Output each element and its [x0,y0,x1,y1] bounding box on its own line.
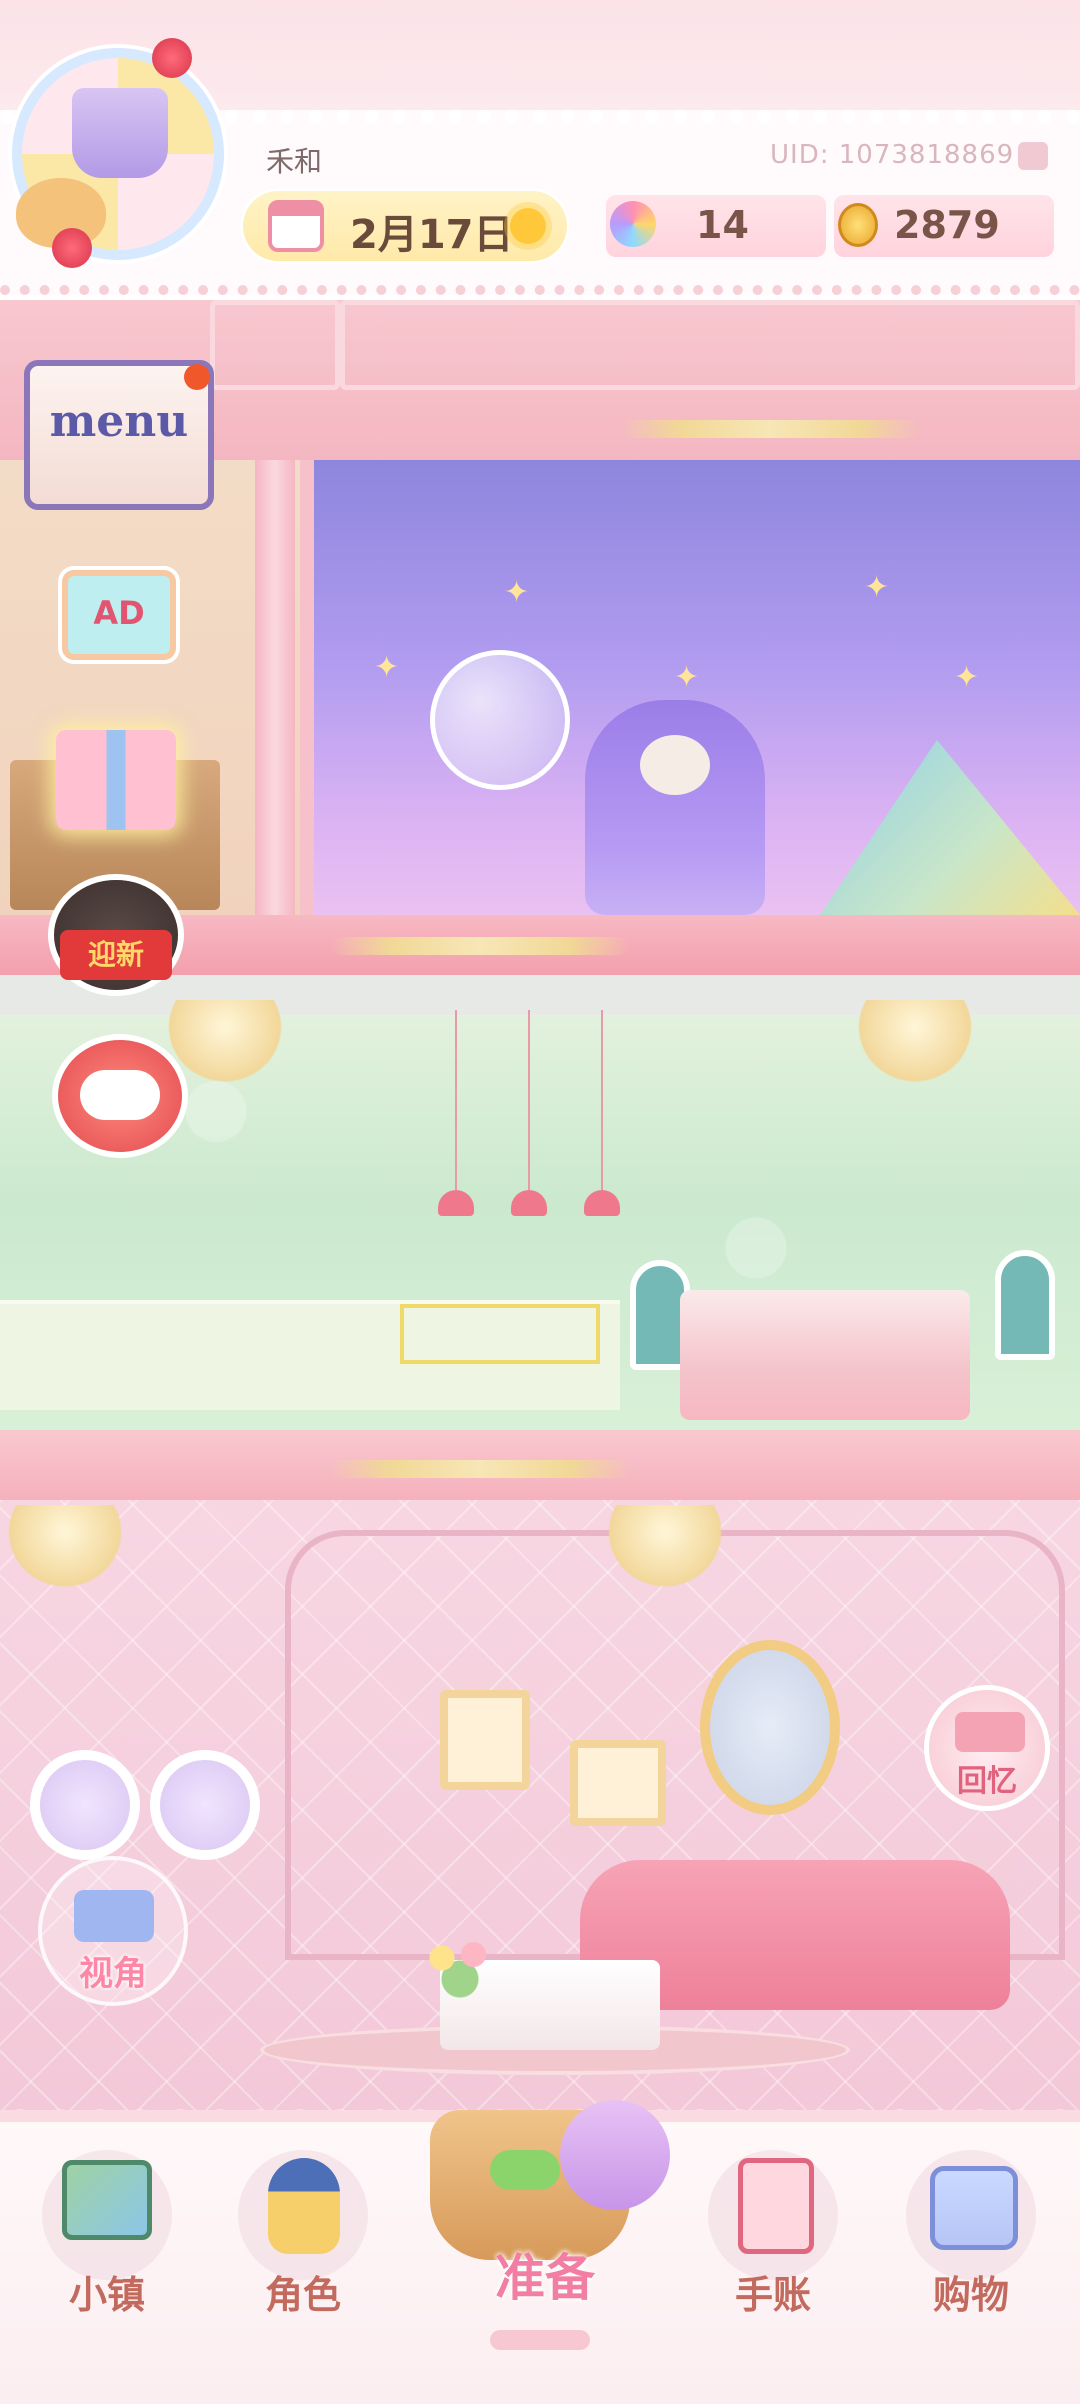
floor-divider [0,1430,1080,1500]
menu-label: menu [49,396,189,447]
camera-view-button[interactable]: 视角 [38,1856,188,2006]
sparkle: ✦ [504,575,530,610]
dining-table [680,1290,970,1420]
new-year-event-button[interactable]: 迎新 [54,880,178,990]
nav-shopping-label: 购物 [932,2273,1009,2317]
portrait-mirror[interactable] [700,1640,840,1815]
star-counter[interactable]: 14 [606,195,826,257]
memory-label: 回忆 [957,1764,1017,1799]
character-face [640,735,710,795]
coin-icon [838,203,878,247]
wall-panel [210,300,340,390]
nav-shopping[interactable]: 购物 [886,2140,1056,2330]
copy-icon[interactable] [1018,142,1048,170]
character-icon [268,2158,340,2254]
wainscot-cabinet [0,1300,620,1410]
memory-button[interactable]: 回忆 [924,1685,1050,1811]
nav-journal-label: 手账 [734,2273,811,2317]
player-name: 禾和 [266,145,323,178]
calendar-icon [268,200,324,252]
bubble-orb[interactable] [430,650,570,790]
player-avatar[interactable] [12,38,224,268]
vanity-mirror [150,1750,260,1860]
nav-character[interactable]: 角色 [218,2140,388,2330]
sparkle: ✦ [374,650,400,685]
lion-face-icon [80,1070,160,1120]
picture-frame[interactable] [570,1740,666,1826]
lamp-cord [528,1010,530,1190]
picture-frame[interactable] [440,1690,530,1790]
sun-hat-icon [560,2100,670,2210]
sparkle: ✦ [674,660,700,695]
current-date: 2月17日 [350,212,514,258]
shopping-bag-icon [930,2166,1018,2250]
nav-prepare-label: 准备 [495,2249,595,2307]
home-indicator [490,2330,590,2350]
flower-vase [415,1930,505,2000]
nav-prepare[interactable]: 准备 [400,2070,690,2340]
film-icon [955,1712,1025,1752]
lion-dance-event-button[interactable] [58,1040,182,1152]
sparkle: ✦ [954,660,980,695]
new-year-tag: 迎新 [60,930,172,980]
ad-label: AD [93,594,145,632]
nav-town[interactable]: 小镇 [22,2140,192,2330]
map-icon [62,2160,152,2240]
nav-journal[interactable]: 手账 [688,2140,858,2330]
journal-icon [738,2158,814,2254]
coin-counter[interactable]: 2879 [834,195,1054,257]
bow-icon [490,2150,560,2190]
chair [995,1250,1055,1360]
chandelier [0,1505,130,1595]
date-weather-pill[interactable]: 2月17日 [240,188,570,264]
wall-panel [340,300,1080,390]
chandelier [160,1000,290,1090]
player-uid: UID: 1073818869 [770,140,1015,170]
coin-count: 2879 [894,203,1000,247]
rainbow-star-icon [610,201,656,247]
gold-frame [400,1304,600,1364]
chandelier [600,1505,730,1595]
sun-icon [510,208,546,244]
video-camera-icon [74,1890,154,1942]
character-girl[interactable] [585,700,765,915]
top-hat-icon [72,88,168,178]
nav-character-label: 角色 [264,2273,341,2317]
chandelier [850,1000,980,1090]
vanity-mirror [30,1750,140,1860]
rose-icon [152,38,192,78]
ad-button[interactable]: AD [62,570,176,660]
gift-box-button[interactable] [56,730,176,830]
gold-ornament [330,937,630,955]
lamp-cord [455,1010,457,1190]
view-label: 视角 [79,1954,147,1994]
lamp-cord [601,1010,603,1190]
notification-dot [184,364,210,390]
gold-ornament [620,420,920,438]
gold-ornament [330,1460,630,1478]
pillar [255,460,295,915]
rose-icon [52,228,92,268]
nav-town-label: 小镇 [68,2273,145,2317]
star-count: 14 [696,203,749,247]
sparkle: ✦ [864,570,890,605]
